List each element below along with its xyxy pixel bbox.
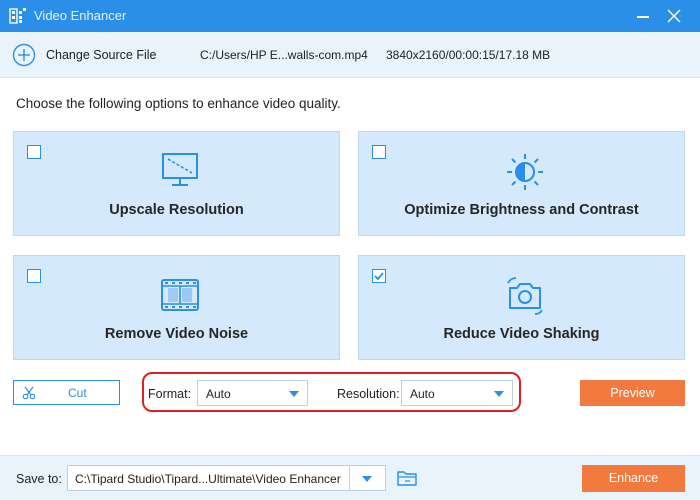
noise-checkbox[interactable]	[27, 269, 41, 283]
sun-icon	[507, 154, 543, 190]
change-source-file-button[interactable]: Change Source File	[46, 48, 156, 62]
resolution-label: Resolution:	[337, 387, 400, 401]
resolution-value: Auto	[410, 387, 435, 401]
resolution-select[interactable]: Auto	[401, 380, 513, 406]
checkmark-icon	[374, 272, 384, 281]
cut-label: Cut	[68, 386, 87, 400]
minimize-button[interactable]	[632, 5, 654, 27]
option-label: Optimize Brightness and Contrast	[404, 202, 639, 218]
save-to-label: Save to:	[16, 472, 62, 486]
format-value: Auto	[206, 387, 231, 401]
option-upscale-resolution[interactable]: Upscale Resolution	[13, 131, 340, 236]
app-grid-icon	[9, 8, 26, 24]
option-label: Reduce Video Shaking	[443, 326, 600, 342]
option-label: Remove Video Noise	[104, 326, 249, 342]
footer-bar: Save to: C:\Tipard Studio\Tipard...Ultim…	[0, 455, 700, 500]
brightness-checkbox[interactable]	[372, 145, 386, 159]
upscale-checkbox[interactable]	[27, 145, 41, 159]
instruction-text: Choose the following options to enhance …	[16, 96, 341, 111]
title-bar: Video Enhancer	[0, 0, 700, 32]
chevron-down-icon	[494, 391, 504, 397]
plus-circle-icon[interactable]	[12, 43, 36, 67]
folder-icon[interactable]	[396, 468, 418, 488]
source-file-path: C:/Users/HP E...walls-com.mp4	[200, 48, 368, 62]
scissors-icon	[22, 386, 36, 400]
save-path-field[interactable]: C:\Tipard Studio\Tipard...Ultimate\Video…	[67, 465, 350, 491]
preview-button[interactable]: Preview	[580, 380, 685, 406]
option-remove-video-noise[interactable]: Remove Video Noise	[13, 255, 340, 360]
shaking-checkbox[interactable]	[372, 269, 386, 283]
source-file-info: 3840x2160/00:00:15/17.18 MB	[386, 48, 551, 62]
enhance-button[interactable]: Enhance	[582, 465, 685, 492]
chevron-down-icon	[289, 391, 299, 397]
window-title: Video Enhancer	[34, 8, 127, 23]
chevron-down-icon	[362, 476, 372, 482]
save-path-dropdown-button[interactable]	[350, 465, 386, 491]
film-strip-icon	[161, 279, 199, 311]
format-label: Format:	[148, 387, 192, 401]
option-reduce-video-shaking[interactable]: Reduce Video Shaking	[358, 255, 685, 360]
source-file-bar: Change Source File C:/Users/HP E...walls…	[0, 32, 700, 78]
option-optimize-brightness[interactable]: Optimize Brightness and Contrast	[358, 131, 685, 236]
save-path-value: C:\Tipard Studio\Tipard...Ultimate\Video…	[75, 472, 341, 486]
option-label: Upscale Resolution	[109, 202, 244, 218]
format-select[interactable]: Auto	[197, 380, 308, 406]
camera-shake-icon	[507, 277, 543, 315]
monitor-icon	[162, 153, 198, 186]
cut-button[interactable]: Cut	[13, 380, 120, 405]
close-icon[interactable]	[663, 5, 685, 27]
